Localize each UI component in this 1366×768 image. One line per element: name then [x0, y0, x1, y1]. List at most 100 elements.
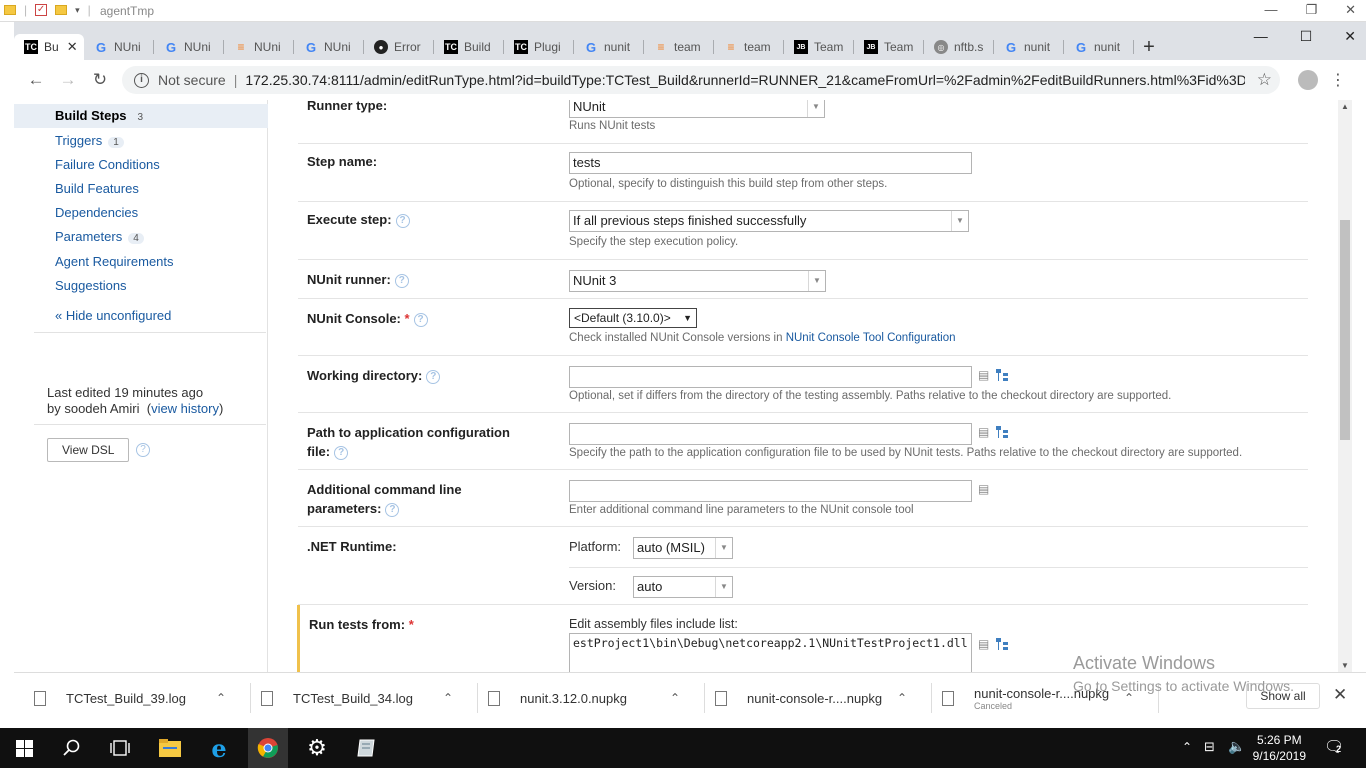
internet-explorer-icon[interactable]: e: [207, 734, 231, 763]
tree-chooser-icon[interactable]: [996, 426, 1008, 438]
browser-tab[interactable]: Gnunit: [994, 34, 1064, 60]
text-editor-icon[interactable]: ▤: [978, 482, 989, 496]
customize-arrow-icon[interactable]: ▾: [75, 5, 80, 16]
browser-tab[interactable]: TC Plugi: [504, 34, 574, 60]
url-text[interactable]: 172.25.30.74:8111/admin/editRunType.html…: [245, 72, 1245, 88]
action-center-icon[interactable]: 🗨: [1324, 737, 1344, 757]
text-editor-icon[interactable]: ▤: [978, 368, 989, 382]
close-tab-icon[interactable]: ✕: [67, 39, 78, 55]
task-view-icon[interactable]: [108, 736, 132, 760]
chevron-up-icon[interactable]: ⌃: [216, 691, 226, 705]
assembly-files-textarea[interactable]: estProject1\bin\Debug\netcoreapp2.1\NUni…: [569, 633, 972, 672]
app-config-input[interactable]: [569, 423, 972, 445]
page-scrollbar[interactable]: ▲ ▼: [1338, 100, 1352, 672]
sidebar-item-failure-conditions[interactable]: Failure Conditions: [55, 157, 160, 172]
help-icon[interactable]: ?: [385, 502, 400, 517]
help-icon[interactable]: ?: [426, 369, 441, 384]
help-icon[interactable]: ?: [395, 213, 410, 228]
minimize-icon[interactable]: —: [1264, 2, 1277, 18]
restore-icon[interactable]: ❐: [1305, 2, 1317, 18]
browser-tab[interactable]: Gnunit: [574, 34, 644, 60]
sidebar-item-triggers[interactable]: Triggers 1: [55, 133, 124, 148]
volume-muted-icon[interactable]: 🔈: [1228, 738, 1245, 755]
help-icon[interactable]: ?: [334, 445, 349, 460]
minimize-icon[interactable]: —: [1254, 28, 1268, 45]
browser-tab[interactable]: JB Team: [854, 34, 924, 60]
nunit-console-tool-config-link[interactable]: NUnit Console Tool Configuration: [786, 332, 956, 344]
nunit-console-select[interactable]: <Default (3.10.0)> ▼: [569, 308, 697, 328]
version-select[interactable]: auto ▼: [633, 576, 733, 598]
browser-tab[interactable]: G NUni: [154, 34, 224, 60]
sidebar-item-parameters[interactable]: Parameters 4: [55, 229, 144, 244]
chevron-up-icon[interactable]: ⌃: [670, 691, 680, 705]
network-icon[interactable]: ⊟: [1204, 739, 1215, 755]
tray-expand-icon[interactable]: ⌃: [1182, 740, 1192, 754]
sidebar-item-build-features[interactable]: Build Features: [55, 181, 139, 196]
close-icon[interactable]: ✕: [1333, 685, 1347, 705]
chevron-up-icon[interactable]: ⌃: [443, 691, 453, 705]
info-icon[interactable]: i: [134, 72, 149, 88]
browser-tab[interactable]: ≡ NUni: [224, 34, 294, 60]
file-explorer-icon[interactable]: [158, 736, 182, 760]
close-icon[interactable]: ✕: [1344, 28, 1356, 45]
browser-tab[interactable]: JB Team: [784, 34, 854, 60]
browser-tab[interactable]: G NUni: [294, 34, 364, 60]
chevron-up-icon[interactable]: ⌃: [1124, 691, 1134, 705]
text-editor-icon[interactable]: ▤: [978, 425, 989, 439]
platform-select[interactable]: auto (MSIL) ▼: [633, 537, 733, 559]
browser-tab[interactable]: ≡ team: [644, 34, 714, 60]
show-all-button[interactable]: Show all: [1246, 683, 1320, 709]
browser-tab[interactable]: ◎ nftb.s: [924, 34, 994, 60]
download-item[interactable]: TCTest_Build_34.log ⌃: [261, 681, 471, 715]
settings-gear-icon[interactable]: ⚙: [305, 735, 329, 760]
browser-tab[interactable]: TC Bu ✕: [14, 34, 84, 60]
view-dsl-button[interactable]: View DSL: [47, 438, 130, 462]
maximize-icon[interactable]: ☐: [1300, 28, 1313, 45]
windows-start-icon[interactable]: [12, 736, 36, 760]
text-editor-icon[interactable]: ▤: [978, 637, 989, 651]
browser-tab[interactable]: TC Build: [434, 34, 504, 60]
help-icon[interactable]: ?: [136, 443, 150, 457]
profile-avatar[interactable]: [1298, 70, 1318, 90]
download-item[interactable]: nunit-console-r....nupkg ⌃: [715, 681, 925, 715]
view-history-link[interactable]: view history: [151, 401, 219, 416]
new-folder-icon[interactable]: [55, 5, 68, 15]
working-directory-input[interactable]: [569, 366, 972, 388]
download-item[interactable]: TCTest_Build_39.log ⌃: [34, 681, 244, 715]
sidebar-item-dependencies[interactable]: Dependencies: [55, 205, 138, 220]
properties-icon[interactable]: ✓: [35, 4, 48, 16]
browser-tab[interactable]: G NUni: [84, 34, 154, 60]
new-tab-button[interactable]: +: [1134, 34, 1164, 60]
reload-icon[interactable]: ↻: [84, 70, 116, 90]
scrollbar-thumb[interactable]: [1340, 220, 1350, 440]
back-icon[interactable]: ←: [20, 70, 52, 90]
sidebar-item-agent-requirements[interactable]: Agent Requirements: [55, 254, 174, 269]
menu-icon[interactable]: ⋮: [1330, 70, 1346, 90]
help-icon[interactable]: ?: [413, 312, 428, 327]
browser-tab[interactable]: Gnunit: [1064, 34, 1134, 60]
chevron-up-icon[interactable]: ⌃: [897, 691, 907, 705]
address-bar[interactable]: i Not secure | 172.25.30.74:8111/admin/e…: [122, 66, 1280, 94]
hide-unconfigured-link[interactable]: « Hide unconfigured: [55, 308, 171, 323]
close-icon[interactable]: ✕: [1345, 2, 1356, 18]
runner-type-select[interactable]: NUnit ▼: [569, 100, 825, 118]
app-icon[interactable]: [354, 736, 378, 760]
sidebar-item-suggestions[interactable]: Suggestions: [55, 278, 127, 293]
chrome-icon[interactable]: [256, 736, 280, 760]
forward-icon[interactable]: →: [52, 70, 84, 90]
sidebar-item-build-steps[interactable]: Build Steps 3: [55, 108, 148, 123]
browser-tab[interactable]: ≡ team: [714, 34, 784, 60]
execute-step-select[interactable]: If all previous steps finished successfu…: [569, 210, 969, 232]
cmd-params-input[interactable]: [569, 480, 972, 502]
scroll-down-icon[interactable]: ▼: [1341, 661, 1349, 670]
step-name-input[interactable]: tests: [569, 152, 972, 174]
nunit-runner-select[interactable]: NUnit 3 ▼: [569, 270, 826, 292]
download-item[interactable]: nunit-console-r....nupkg Canceled ⌃: [942, 681, 1152, 715]
folder-icon[interactable]: [4, 5, 16, 15]
download-item[interactable]: nunit.3.12.0.nupkg ⌃: [488, 681, 698, 715]
browser-tab[interactable]: ● Error: [364, 34, 434, 60]
clock[interactable]: 5:26 PM 9/16/2019: [1253, 732, 1306, 764]
search-icon[interactable]: [60, 736, 84, 760]
tree-chooser-icon[interactable]: [996, 369, 1008, 381]
tree-chooser-icon[interactable]: [996, 638, 1008, 650]
